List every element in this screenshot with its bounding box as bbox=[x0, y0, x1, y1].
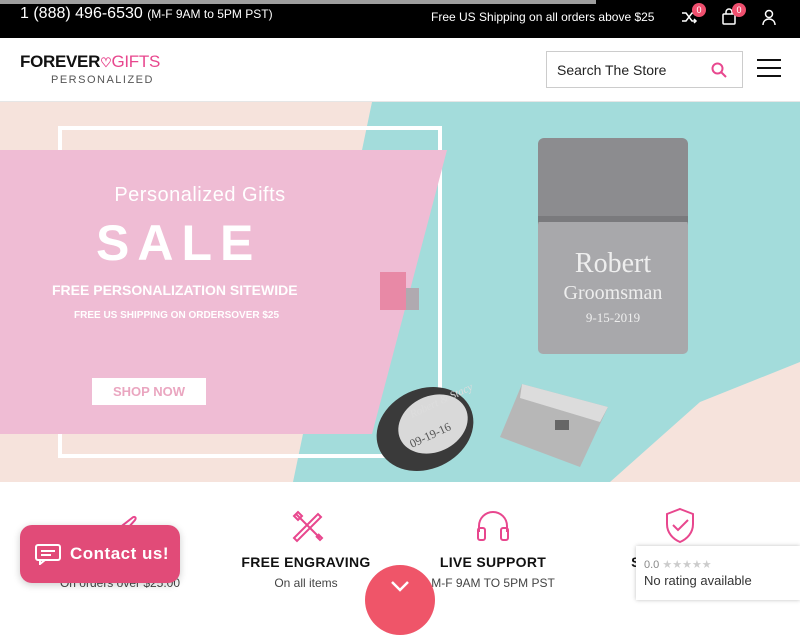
logo-tagline: PERSONALIZED bbox=[51, 74, 154, 86]
phone-info: 1 (888) 496-6530 (M-F 9AM to 5PM PST) bbox=[20, 5, 273, 23]
scroll-down-button[interactable] bbox=[365, 565, 435, 635]
chevron-down-icon bbox=[391, 581, 409, 592]
money-clip-image bbox=[500, 384, 608, 467]
top-bar: 1 (888) 496-6530 (M-F 9AM to 5PM PST) Fr… bbox=[0, 0, 800, 38]
search-input[interactable] bbox=[547, 52, 697, 87]
lighter-engraving-name: Robert bbox=[575, 248, 651, 279]
compare-count-badge: 0 bbox=[692, 3, 706, 17]
loading-progress-bar bbox=[0, 0, 596, 4]
star-icons: ★★★★★ bbox=[662, 559, 712, 571]
site-logo[interactable]: FOREVER♡GIFTS PERSONALIZED bbox=[20, 52, 180, 88]
search-box bbox=[546, 51, 743, 88]
hero-title-small: Personalized Gifts bbox=[114, 184, 286, 206]
chat-icon bbox=[35, 544, 61, 565]
hero-banner[interactable]: Robert Groomsman 9-15-2019 Robert & Stac… bbox=[0, 102, 800, 482]
heart-icon: ♡ bbox=[100, 55, 112, 70]
slide-thumbnail bbox=[406, 288, 419, 310]
engraving-tools-icon bbox=[292, 510, 324, 543]
hamburger-menu-button[interactable] bbox=[757, 59, 781, 79]
lighter-engraving-role: Groomsman bbox=[564, 282, 663, 304]
rating-badge[interactable]: 0.0 ★★★★★ No rating available bbox=[636, 546, 800, 600]
hero-subtitle: FREE PERSONALIZATION SITEWIDE bbox=[52, 282, 298, 298]
user-icon bbox=[762, 9, 776, 26]
feature-title: FREE ENGRAVING bbox=[241, 554, 371, 570]
headphones-icon bbox=[477, 511, 509, 541]
logo-word-forever: FOREVER bbox=[20, 52, 101, 71]
rating-score-row: 0.0 ★★★★★ bbox=[644, 558, 712, 571]
compare-button[interactable]: 0 bbox=[680, 3, 706, 26]
slide-thumbnail bbox=[380, 272, 406, 310]
rating-text: No rating available bbox=[644, 573, 752, 588]
shop-now-button[interactable]: SHOP NOW bbox=[92, 378, 206, 405]
cart-button[interactable]: 0 bbox=[720, 3, 746, 26]
phone-number[interactable]: 1 (888) 496-6530 bbox=[20, 5, 143, 22]
support-hours: (M-F 9AM to 5PM PST) bbox=[147, 7, 273, 21]
cart-count-badge: 0 bbox=[732, 3, 746, 17]
shield-check-icon bbox=[666, 507, 694, 544]
contact-us-label: Contact us! bbox=[70, 544, 169, 563]
site-header: FOREVER♡GIFTS PERSONALIZED bbox=[0, 38, 800, 102]
logo-word-gifts: GIFTS bbox=[111, 52, 160, 71]
contact-us-button[interactable]: Contact us! bbox=[20, 525, 180, 583]
lighter-image: Robert Groomsman 9-15-2019 bbox=[538, 138, 688, 354]
lighter-engraving-date: 9-15-2019 bbox=[586, 310, 640, 325]
hero-subtitle-small: FREE US SHIPPING ON ORDERSOVER $25 bbox=[74, 310, 280, 321]
logo-wordmark: FOREVER♡GIFTS bbox=[20, 52, 160, 72]
hero-title-big: SALE bbox=[96, 215, 262, 271]
search-icon[interactable] bbox=[710, 61, 728, 79]
menu-line bbox=[757, 75, 781, 77]
account-button[interactable] bbox=[760, 8, 778, 26]
menu-line bbox=[757, 59, 781, 61]
rating-score: 0.0 bbox=[644, 559, 660, 571]
menu-line bbox=[757, 67, 781, 69]
shipping-notice: Free US Shipping on all orders above $25 bbox=[431, 10, 655, 24]
